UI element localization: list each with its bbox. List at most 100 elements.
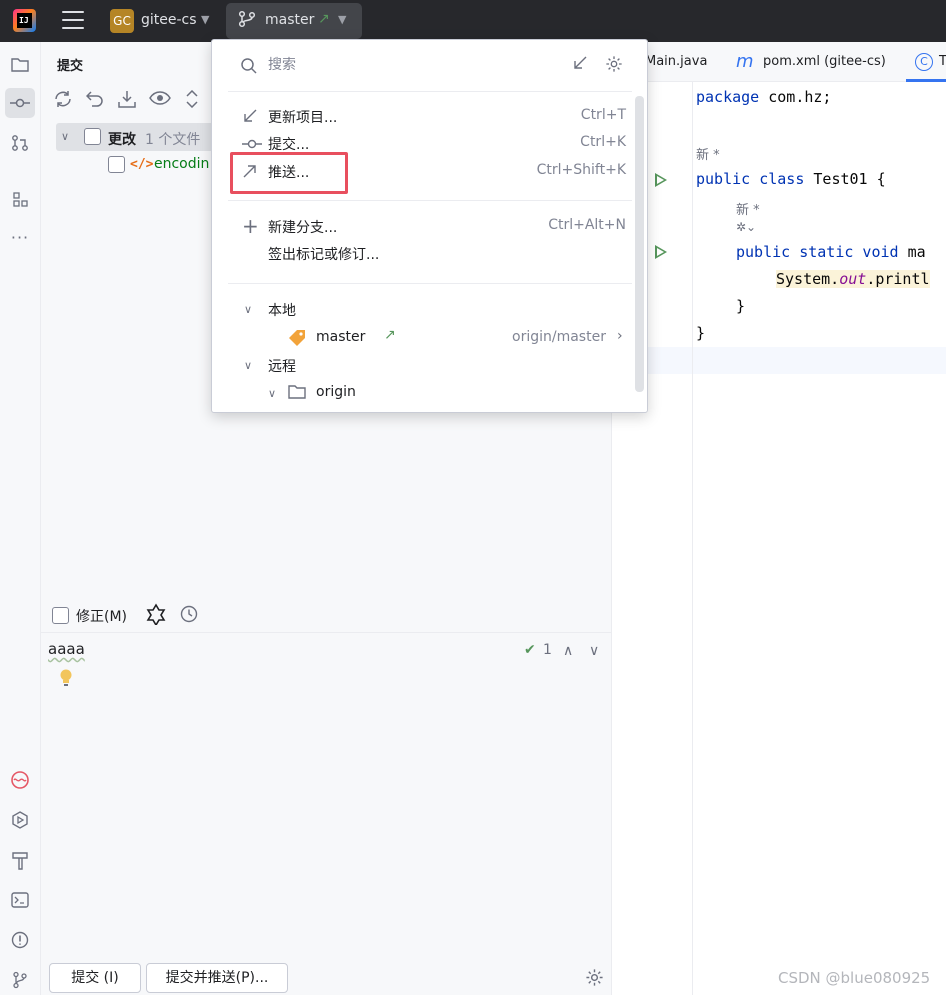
branch-name[interactable]: master [265,12,314,28]
main-menu-icon[interactable] [62,11,84,29]
file-checkbox[interactable] [108,156,125,173]
project-badge[interactable]: GC [110,9,134,33]
left-tool-window-bar: ··· [0,42,41,995]
chevron-up-icon[interactable]: ∧ [563,643,573,659]
changes-label: 更改 [108,132,136,148]
chevron-right-icon[interactable]: › [617,328,623,344]
new-branch-label: 新建分支... [268,220,338,236]
commit-label: 提交... [268,137,310,153]
changed-file-name[interactable]: encodin [154,156,209,172]
gutter-divider [692,82,693,995]
structure-icon[interactable] [5,184,35,214]
code-line-close-class: } [696,324,706,342]
shortcut-label: Ctrl+Shift+K [536,162,626,178]
code-line-main: public static void ma [736,243,926,261]
tag-icon [288,329,306,351]
code-line-package: package com.hz; [696,88,832,106]
shelve-download-icon[interactable] [118,90,136,112]
checkout-tag-label: 签出标记或修订... [268,247,380,263]
update-project-item[interactable]: 更新项目... Ctrl+T [228,104,632,130]
commit-button[interactable]: 提交 (I) [49,963,141,993]
branch-search-input[interactable] [268,53,558,77]
services-icon[interactable] [5,805,35,835]
history-clock-icon[interactable] [180,605,198,627]
separator [228,91,632,92]
collapse-arrow-icon[interactable] [572,55,588,75]
changes-checkbox[interactable] [84,128,101,145]
pull-requests-icon[interactable] [5,128,35,158]
title-bar: IJ GC gitee-cs ▼ master ↗ ▼ [0,0,946,42]
tab-test01[interactable]: T [939,54,946,69]
inspection-count: 1 [543,642,552,658]
push-highlight-box [230,152,348,194]
lightbulb-icon[interactable] [59,669,73,687]
ai-assistant-icon[interactable] [145,603,167,629]
tab-main-java[interactable]: Main.java [645,54,707,69]
commit-panel-title: 提交 [57,59,84,74]
terminal-icon[interactable] [5,885,35,915]
search-icon [241,58,257,74]
eye-icon[interactable] [149,90,171,110]
code-editor[interactable]: Main.java m pom.xml (gitee-cs) C T packa… [612,42,946,995]
chevron-down-icon[interactable]: ∨ [268,387,276,400]
run-gutter-icon[interactable] [655,173,667,187]
settings-gear-icon[interactable] [605,55,623,77]
new-hint[interactable]: 新 * [696,144,720,163]
refresh-icon[interactable] [53,90,73,112]
branch-icon [238,10,256,28]
settings-gear-icon[interactable] [585,968,604,991]
editor-tab-bar: Main.java m pom.xml (gitee-cs) C T [612,42,946,82]
update-project-label: 更新项目... [268,110,338,126]
new-hint[interactable]: 新 * [736,199,760,218]
chevron-down-icon[interactable]: ∨ [589,643,599,659]
popup-scrollbar[interactable] [635,96,644,392]
commit-message-divider [41,632,612,633]
amend-checkbox[interactable] [52,607,69,624]
outgoing-arrow-icon: ↗ [318,11,330,27]
project-name[interactable]: gitee-cs [141,12,197,28]
shortcut-label: Ctrl+T [580,107,626,123]
watermark: CSDN @blue080925 [778,969,931,987]
chevron-down-icon[interactable]: ▼ [201,13,209,26]
commit-icon[interactable] [5,88,35,118]
chevron-down-icon[interactable]: ∨ [244,359,252,372]
maven-icon: m [736,51,754,72]
remote-name[interactable]: origin [316,384,356,400]
run-gutter-icon[interactable] [655,245,667,259]
checkout-tag-item[interactable]: 签出标记或修订... [228,241,632,267]
shortcut-label: Ctrl+Alt+N [548,217,626,233]
tab-pom-xml[interactable]: pom.xml (gitee-cs) [763,54,886,69]
separator [228,283,632,284]
tracking-branch: origin/master [512,329,606,345]
outgoing-arrow-icon: ↗ [384,327,396,343]
commit-message-text[interactable]: aaaa [48,640,85,658]
chevron-down-icon[interactable]: ▼ [338,13,346,26]
local-group-label[interactable]: 本地 [268,300,296,320]
separator [228,200,632,201]
ai-hint-icon[interactable]: ✲⌄ [736,220,756,234]
plus-icon: + [242,214,259,238]
git-icon[interactable] [5,965,35,995]
more-icon[interactable]: ··· [5,222,35,252]
expand-collapse-icon[interactable] [186,89,198,112]
rollback-icon[interactable] [85,90,104,112]
amend-label[interactable]: 修正(M) [76,606,127,626]
local-branch-name[interactable]: master [316,329,365,345]
git-branches-popup: 更新项目... Ctrl+T 提交... Ctrl+K 推送... Ctrl+S… [211,39,648,413]
chevron-down-icon[interactable]: ∨ [61,130,69,143]
folder-icon [288,384,306,404]
remote-group-label[interactable]: 远程 [268,356,296,376]
intellij-logo-icon[interactable]: IJ [13,9,36,32]
build-hammer-icon[interactable] [5,845,35,875]
problems-icon[interactable] [5,925,35,955]
chevron-down-icon[interactable]: ∨ [244,303,252,316]
commit-and-push-button[interactable]: 提交并推送(P)... [146,963,288,993]
shortcut-label: Ctrl+K [580,134,626,150]
profiler-icon[interactable] [5,765,35,795]
check-ok-icon: ✔ [524,642,536,658]
project-folder-icon[interactable] [5,50,35,80]
code-line-close-method: } [736,297,746,315]
new-branch-item[interactable]: + 新建分支... Ctrl+Alt+N [228,214,632,240]
xml-file-icon: </> [130,157,154,172]
active-tab-indicator [906,79,946,82]
